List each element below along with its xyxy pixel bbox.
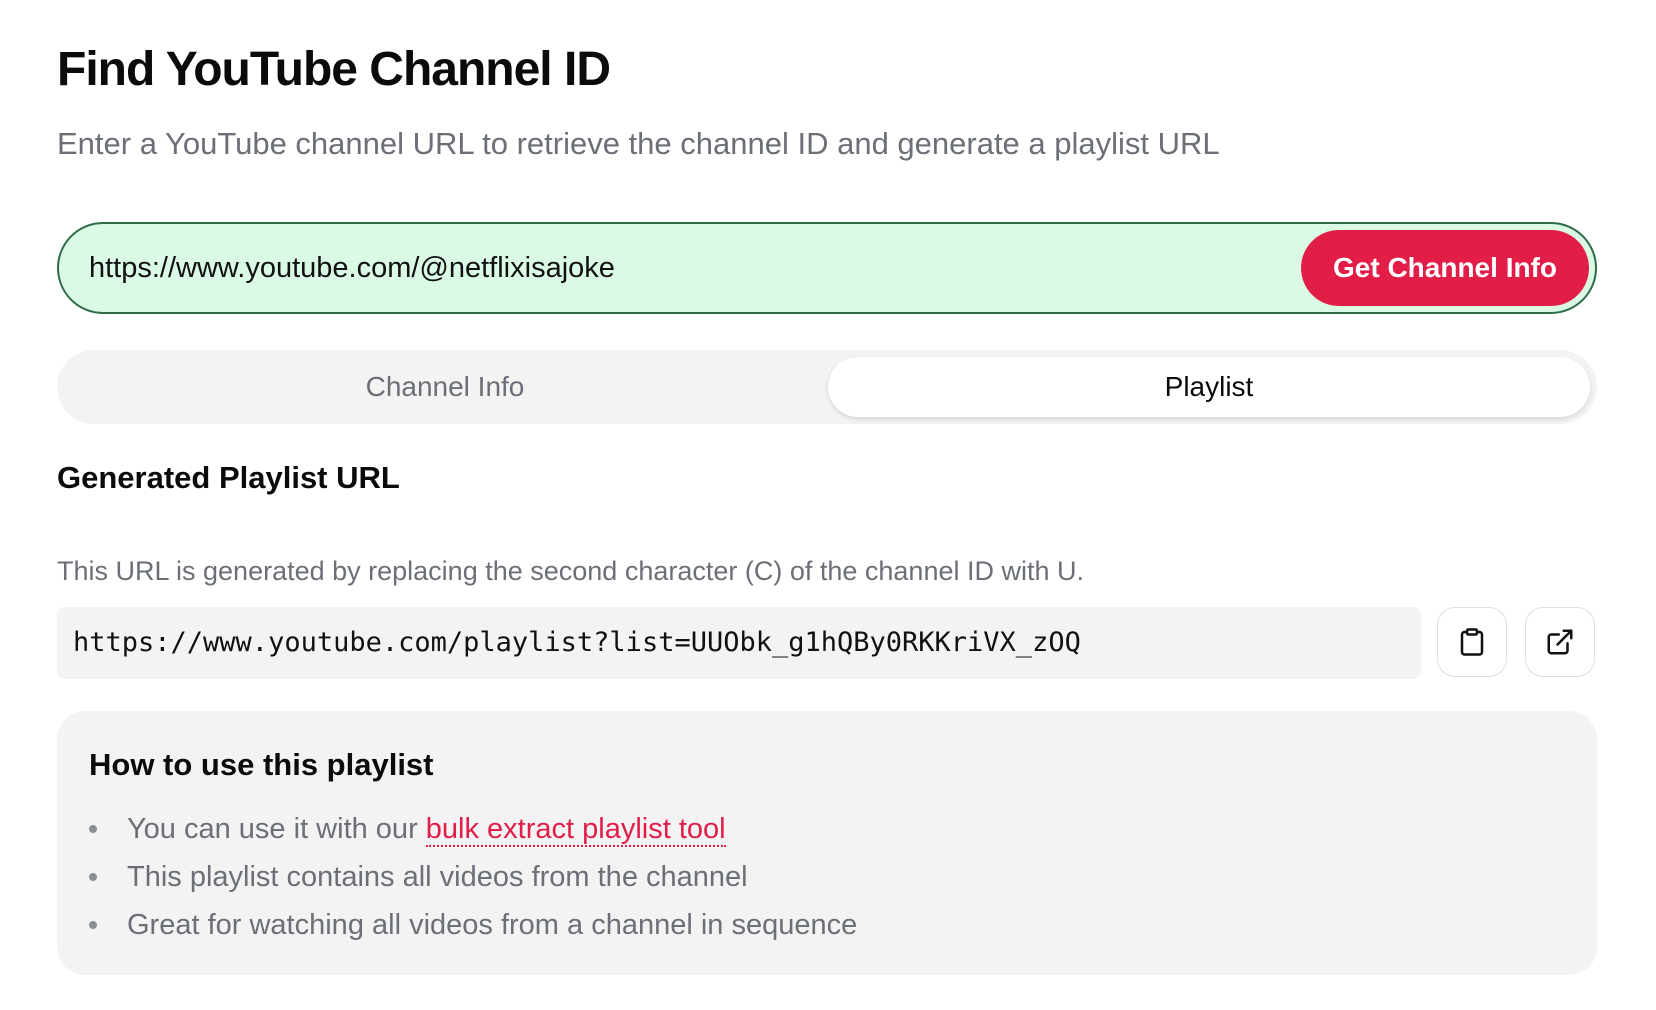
page-subtitle: Enter a YouTube channel URL to retrieve … (57, 126, 1220, 161)
bulk-extract-playlist-tool-link[interactable]: bulk extract playlist tool (425, 813, 726, 847)
bullet-icon (89, 873, 97, 881)
copy-url-button[interactable] (1437, 607, 1507, 677)
howto-item-2-text: This playlist contains all videos from t… (127, 861, 748, 893)
bullet-icon (89, 825, 97, 833)
list-item: This playlist contains all videos from t… (89, 853, 857, 901)
howto-item-1-text: You can use it with our (127, 813, 426, 845)
playlist-url-box[interactable]: https://www.youtube.com/playlist?list=UU… (57, 607, 1421, 679)
playlist-description: This URL is generated by replacing the s… (57, 556, 1085, 586)
page-title: Find YouTube Channel ID (57, 43, 611, 96)
tab-playlist[interactable]: Playlist (828, 357, 1590, 417)
howto-card: How to use this playlist You can use it … (57, 711, 1597, 975)
howto-list: You can use it with our bulk extract pla… (89, 805, 857, 949)
bullet-icon (89, 921, 97, 929)
list-item: You can use it with our bulk extract pla… (89, 805, 857, 853)
channel-url-input[interactable] (89, 224, 1319, 312)
playlist-url-text[interactable]: https://www.youtube.com/playlist?list=UU… (73, 607, 1081, 679)
list-item: Great for watching all videos from a cha… (89, 901, 857, 949)
howto-item-3-text: Great for watching all videos from a cha… (127, 909, 858, 941)
howto-title: How to use this playlist (89, 747, 434, 782)
tab-channel-info[interactable]: Channel Info (64, 357, 826, 417)
external-link-icon (1547, 629, 1573, 655)
clipboard-icon (1460, 628, 1484, 656)
channel-url-search-bar: Get Channel Info (57, 222, 1597, 314)
page: Find YouTube Channel ID Enter a YouTube … (0, 0, 1656, 1010)
result-tabs: Channel Info Playlist (57, 350, 1597, 424)
playlist-section-title: Generated Playlist URL (57, 460, 400, 495)
open-playlist-button[interactable] (1525, 607, 1595, 677)
get-channel-info-button[interactable]: Get Channel Info (1301, 230, 1589, 306)
